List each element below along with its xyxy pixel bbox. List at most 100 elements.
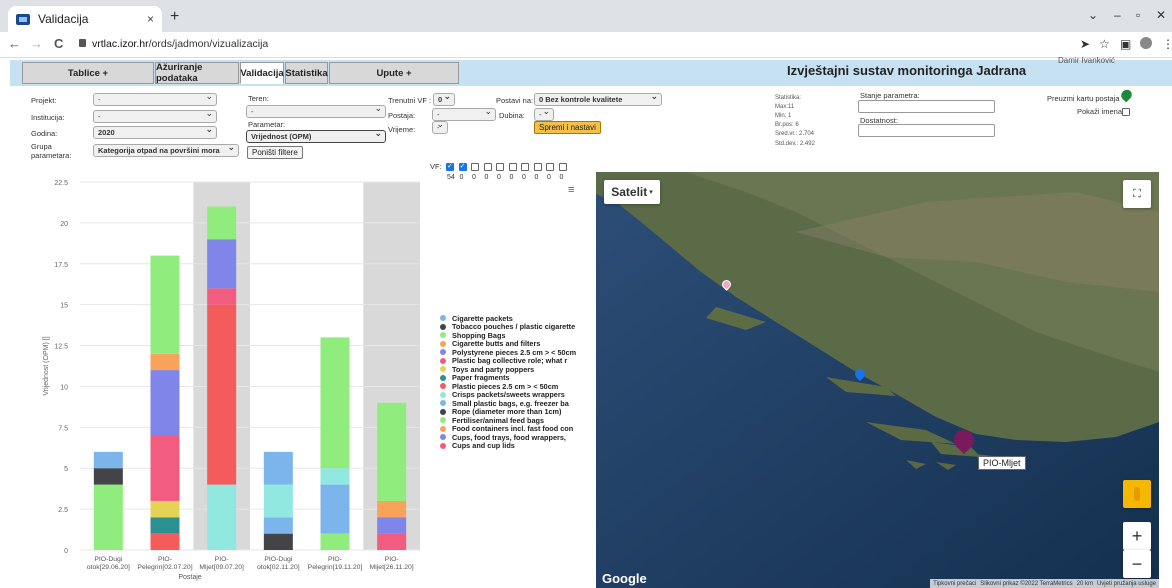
reload-icon[interactable]: C — [54, 36, 63, 51]
bar-segment — [150, 255, 180, 354]
x-tick-label: PIO- — [385, 556, 399, 563]
pokazi-label: Pokaži imena: — [1077, 107, 1125, 116]
institucija-select[interactable]: - — [93, 108, 217, 123]
y-tick-label: 10 — [60, 384, 68, 391]
grupa-select[interactable]: Kategorija otpad na površini mora — [93, 142, 239, 157]
legend-item[interactable]: Shopping Bags — [440, 331, 576, 340]
share-icon[interactable]: ➤ — [1080, 37, 1090, 51]
forward-icon[interactable]: → — [30, 36, 43, 51]
url-field[interactable]: vrtlac.izor.hr/ords/jadmon/vizualizacija — [92, 38, 268, 50]
projekt-select[interactable]: - — [93, 91, 217, 106]
legend-item[interactable]: Rope (diameter more than 1cm) — [440, 407, 576, 416]
bookmark-star-icon[interactable]: ☆ — [1099, 37, 1110, 51]
parametar-select[interactable]: Vrijednost (OPM) — [246, 128, 386, 143]
legend-swatch — [440, 400, 446, 407]
dubina-select[interactable]: - — [534, 106, 554, 121]
chart-menu-icon[interactable]: ≡ — [568, 184, 574, 196]
url-path: /ords/jadmon/vizualizacija — [148, 38, 269, 50]
tab-tablice[interactable]: Tablice + — [22, 62, 154, 84]
tab-azuriranje[interactable]: Ažuriranje podataka — [155, 62, 239, 84]
maximize-icon[interactable]: ▫ — [1136, 8, 1140, 22]
legend-item[interactable]: Toys and party poppers — [440, 365, 576, 374]
vrijeme-select[interactable]: - — [432, 119, 448, 134]
close-window-icon[interactable]: ✕ — [1156, 8, 1166, 22]
vf-count: 0 — [459, 174, 464, 181]
bar-segment — [377, 533, 407, 550]
terms-link[interactable]: Uvjeti pružanja usluge — [1097, 581, 1156, 587]
tab-close-icon[interactable]: × — [147, 12, 154, 26]
legend-item[interactable]: Cups, food trays, food wrappers, — [440, 433, 576, 442]
map-view[interactable]: Satelit ▾ ⛶ + − PIO-Mljet Google Tipkovni… — [596, 172, 1159, 588]
save-continue-button[interactable]: Spremi i nastavi — [534, 121, 601, 134]
reset-filters-button[interactable]: Poništi filtere — [247, 146, 303, 159]
user-name[interactable]: Damir Ivanković — [1058, 56, 1115, 65]
legend-item[interactable]: Polystyrene pieces 2.5 cm > < 50cm — [440, 348, 576, 357]
trenutni-vf-select[interactable]: 0 — [433, 91, 455, 106]
pegman-icon[interactable] — [1123, 480, 1151, 508]
keyboard-shortcuts-link[interactable]: Tipkovni prečaci — [933, 581, 976, 587]
x-tick-label: PIO-Dugi — [94, 556, 122, 563]
legend-item[interactable]: Cigarette packets — [440, 314, 576, 323]
minimize-icon[interactable]: – — [1114, 8, 1121, 22]
tab-validacija[interactable]: Validacija — [240, 62, 284, 84]
tab-upute[interactable]: Upute + — [329, 62, 459, 84]
zoom-in-button[interactable]: + — [1123, 522, 1151, 550]
pokazi-checkbox[interactable] — [1122, 108, 1130, 116]
browser-menu-icon[interactable]: ⋮ — [1162, 37, 1172, 51]
vf-checkbox[interactable] — [458, 162, 467, 171]
stats-title: Statistika: — [775, 95, 802, 101]
stanje-textarea[interactable] — [858, 100, 995, 113]
grupa-label: Grupa parametara: — [31, 142, 72, 160]
vf-checkbox[interactable] — [446, 162, 454, 171]
legend-item[interactable]: Fertiliser/animal feed bags — [440, 416, 576, 425]
x-axis-label: Postaje — [178, 574, 201, 581]
tab-statistika[interactable]: Statistika — [285, 62, 328, 84]
back-icon[interactable]: ← — [8, 36, 21, 51]
legend-item[interactable]: Food containers incl. fast food con — [440, 424, 576, 433]
extensions-icon[interactable]: ▣ — [1120, 37, 1131, 51]
bar-segment — [150, 500, 180, 518]
vf-checkbox[interactable] — [533, 163, 542, 171]
stats-min: Min: 1 — [775, 113, 792, 119]
profile-avatar[interactable] — [1140, 37, 1152, 49]
bar-segment — [320, 533, 350, 550]
legend-item[interactable]: Cigarette butts and filters — [440, 339, 576, 348]
vf-checkbox[interactable] — [496, 163, 504, 171]
legend-item[interactable]: Paper fragments — [440, 373, 576, 382]
map-type-button[interactable]: Satelit ▾ — [604, 180, 660, 204]
legend-item[interactable]: Plastic pieces 2.5 cm > < 50cm — [440, 382, 576, 391]
teren-select[interactable]: - — [246, 103, 386, 118]
vf-checkbox[interactable] — [521, 163, 529, 171]
vf-checkbox[interactable] — [471, 163, 479, 171]
zoom-out-button[interactable]: − — [1123, 550, 1151, 578]
postavi-select[interactable]: 0 Bez kontrole kvalitete — [534, 91, 662, 106]
vf-checkbox[interactable] — [508, 163, 517, 171]
fullscreen-button[interactable]: ⛶ — [1123, 180, 1151, 208]
new-tab-button[interactable]: + — [170, 8, 179, 26]
tab-search-icon[interactable]: ⌄ — [1088, 8, 1098, 22]
map-download-icon[interactable] — [1119, 87, 1134, 103]
x-tick-label: PIO- — [158, 556, 172, 563]
x-tick-label: otok[29.06.20] — [87, 564, 130, 571]
godina-select[interactable]: 2020 — [93, 124, 217, 139]
bar-segment — [263, 517, 293, 534]
dostatnost-textarea[interactable] — [858, 124, 995, 137]
map-tooltip: PIO-Mljet — [978, 456, 1026, 470]
vf-count: 0 — [522, 174, 526, 181]
postavi-label: Postavi na: — [496, 96, 534, 105]
vf-checkbox[interactable] — [558, 163, 567, 171]
legend-item[interactable]: Cups and cup lids — [440, 441, 576, 450]
bar-segment — [150, 517, 180, 534]
bar-segment — [93, 484, 123, 550]
bar-segment — [150, 370, 180, 436]
bar-segment — [377, 402, 407, 501]
legend-item[interactable]: Crisps packets/sweets wrappers — [440, 390, 576, 399]
legend-item[interactable]: Plastic bag collective role; what r — [440, 356, 576, 365]
vf-checkbox[interactable] — [483, 163, 492, 171]
stacked-bar-chart: 0 2.5 5 7.5 10 12.5 15 17.5 20 22.5 Vrijednost (OP… — [43, 180, 420, 581]
legend-item[interactable]: Tobacco pouches / plastic cigarette — [440, 322, 576, 331]
vf-checkbox[interactable] — [546, 163, 554, 171]
browser-tab[interactable]: Validacija × — [8, 6, 162, 32]
y-tick-label: 5 — [64, 466, 68, 473]
legend-item[interactable]: Small plastic bags, e.g. freezer ba — [440, 399, 576, 408]
